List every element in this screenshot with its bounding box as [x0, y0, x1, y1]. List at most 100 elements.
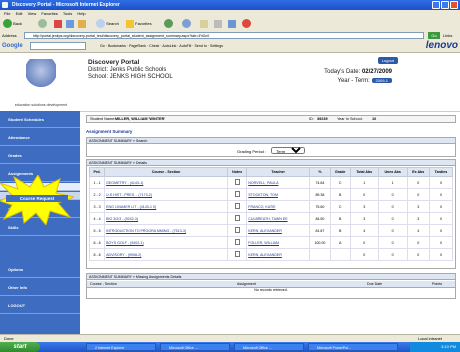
task-office-2[interactable]: Microsoft Office ... [234, 343, 304, 351]
teacher-link[interactable]: STOCKTON, TOM [248, 193, 278, 197]
cell-notes [226, 176, 248, 189]
close-button[interactable] [450, 1, 458, 9]
cell-tardies: 0 [428, 224, 454, 237]
cell-tardies: 0 [428, 248, 454, 261]
cell-notes [226, 212, 248, 225]
table-row[interactable]: 5 - 5 INTRODUCTION TO PROGRA MMING - (75… [88, 224, 454, 237]
teacher-link[interactable]: KERN, ALEXANDER [248, 253, 282, 257]
grading-period-select[interactable]: Term [271, 147, 306, 154]
google-search-input[interactable] [30, 42, 86, 50]
notes-icon[interactable] [234, 179, 240, 185]
course-link[interactable]: INTRODUCTION TO PROGRA MMING - (7513-3) [106, 229, 186, 233]
taskbar: start 2 Internet Explorer Microsoft Offi… [0, 342, 460, 352]
forward-button[interactable] [38, 19, 47, 29]
maximize-button[interactable] [441, 1, 449, 9]
stop-button[interactable] [54, 19, 62, 29]
messenger-button[interactable] [242, 19, 251, 29]
cell-notes [226, 236, 248, 249]
cell-prd: 4 - 4 [88, 212, 106, 225]
window-titlebar: Discovery Portal - Microsoft Internet Ex… [0, 0, 460, 10]
notes-icon[interactable] [234, 239, 240, 245]
sidebar-item-student-schedules[interactable]: Student Schedules [0, 111, 80, 128]
logo-symbol [26, 59, 56, 93]
cell-ex-abs: 3 [406, 212, 430, 225]
menu-view[interactable]: View [28, 11, 37, 16]
address-input[interactable]: http://portal.jenkps.org/discovery-porta… [24, 32, 424, 39]
student-info-bar: Student Name: MILLER, WILLIAM 'WINTER' I… [86, 115, 456, 123]
back-button[interactable]: Back [3, 19, 22, 29]
course-link[interactable]: ENG 10/AMER LIT - (4143-1 0) [106, 205, 156, 209]
media-button[interactable] [164, 19, 173, 29]
favorites-button[interactable]: Favorites [126, 19, 152, 29]
task-powerpoint[interactable]: Microsoft PowerPoi... [308, 343, 398, 351]
cell-percent: 74.84 [309, 176, 331, 189]
sidebar-item-logout[interactable]: LOGOUT [0, 297, 80, 314]
course-link[interactable]: GEOMETRY - (4143-1) [106, 181, 143, 185]
term-select[interactable]: 2009-1 [371, 78, 392, 83]
course-link[interactable]: ADVISORY - (9908-2) [106, 253, 141, 257]
cell-prd: 2 - 2 [88, 188, 106, 201]
home-button[interactable] [78, 19, 86, 29]
notes-icon[interactable] [234, 215, 240, 221]
grading-period-label: Grading Period : [237, 149, 267, 154]
sidebar-item-other-info[interactable]: Other Info [0, 279, 80, 296]
print-button[interactable] [214, 19, 222, 29]
table-row[interactable]: 2 - 2 U.S.HIST - PRES. - (7173-2) STOCKT… [88, 188, 454, 201]
course-request-highlight[interactable]: Course Request [0, 175, 74, 225]
table-row[interactable]: 3 - 3 ENG 10/AMER LIT - (4143-1 0) FRANC… [88, 200, 454, 213]
menu-help[interactable]: Help [77, 11, 85, 16]
mail-button[interactable] [200, 19, 208, 29]
teacher-link[interactable]: KERN, ALEXANDER [248, 229, 282, 233]
table-row[interactable]: 8 - 8 ADVISORY - (9908-2) KERN, ALEXANDE… [88, 248, 454, 261]
cell-ex-abs: 0 [406, 248, 430, 261]
window-title: Discovery Portal - Microsoft Internet Ex… [12, 2, 120, 8]
forward-arrow-icon [38, 19, 47, 29]
history-button[interactable] [182, 19, 191, 29]
cell-grade: A [329, 236, 351, 249]
links-label[interactable]: Links [443, 31, 452, 40]
edit-button[interactable] [228, 19, 236, 29]
table-row[interactable]: 6 - 6 BOYS GOLF - (9402-1) FOLLER, WILLI… [88, 236, 454, 249]
cell-prd: 3 - 3 [88, 200, 106, 213]
menu-tools[interactable]: Tools [63, 11, 72, 16]
portal-header: education solutions development Discover… [0, 53, 460, 112]
teacher-link[interactable]: FOLLER, WILLIAM [248, 241, 279, 245]
menu-favorites[interactable]: Favorites [41, 11, 57, 16]
teacher-link[interactable]: NORVELL, PAULA [248, 181, 278, 185]
notes-icon[interactable] [234, 191, 240, 197]
google-toolbar-items[interactable]: Go · Bookmarks · PageRank · Check · Auto… [100, 40, 223, 52]
notes-icon[interactable] [234, 227, 240, 233]
missing-header-row: Course - Section Assignment Due Date Poi… [87, 281, 455, 288]
task-office-1[interactable]: Microsoft Office ... [160, 343, 230, 351]
cell-unex-abs: 0 [377, 224, 408, 237]
sidebar-item-grades[interactable]: Grades [0, 147, 80, 164]
minimize-button[interactable] [432, 1, 440, 9]
notes-icon[interactable] [234, 251, 240, 257]
menu-edit[interactable]: Edit [16, 11, 23, 16]
cell-course: ENG 10/AMER LIT - (4143-1 0) [104, 200, 228, 213]
sidebar-item-course-request[interactable]: Course Request [6, 195, 68, 202]
teacher-link[interactable]: CULBREATH, TAWN EE [248, 217, 287, 221]
cell-teacher: FOLLER, WILLIAM [246, 236, 311, 249]
app-title: Discovery Portal [88, 59, 140, 66]
search-button[interactable]: Search [96, 19, 119, 29]
sidebar-item-attendance[interactable]: Attendance [0, 129, 80, 146]
teacher-link[interactable]: FRANCO, KATIE [248, 205, 275, 209]
table-row[interactable]: 1 - 1 GEOMETRY - (4143-1) NORVELL, PAULA… [88, 176, 454, 189]
cell-ex-abs: 0 [406, 236, 430, 249]
course-link[interactable]: BOYS GOLF - (9402-1) [106, 241, 144, 245]
notes-icon[interactable] [234, 203, 240, 209]
table-row[interactable]: 4 - 4 BIO 3/2/3 - (9242-3) CULBREATH, TA… [88, 212, 454, 225]
start-button[interactable]: start [0, 342, 40, 352]
sidebar-item-options[interactable]: Options [0, 261, 80, 278]
grading-period-row: Grading Period : Term [237, 147, 306, 156]
course-link[interactable]: U.S.HIST - PRES. - (7173-2) [106, 193, 152, 197]
logout-button[interactable]: Logout [377, 57, 398, 64]
cell-percent: 84.50 [309, 212, 331, 225]
col-ex-abs: Ex Abs [406, 167, 430, 177]
task-ie[interactable]: 2 Internet Explorer [86, 343, 156, 351]
course-link[interactable]: BIO 3/2/3 - (9242-3) [106, 217, 138, 221]
go-button[interactable]: Go [428, 32, 440, 39]
menu-file[interactable]: File [4, 11, 10, 16]
refresh-button[interactable] [66, 19, 74, 29]
